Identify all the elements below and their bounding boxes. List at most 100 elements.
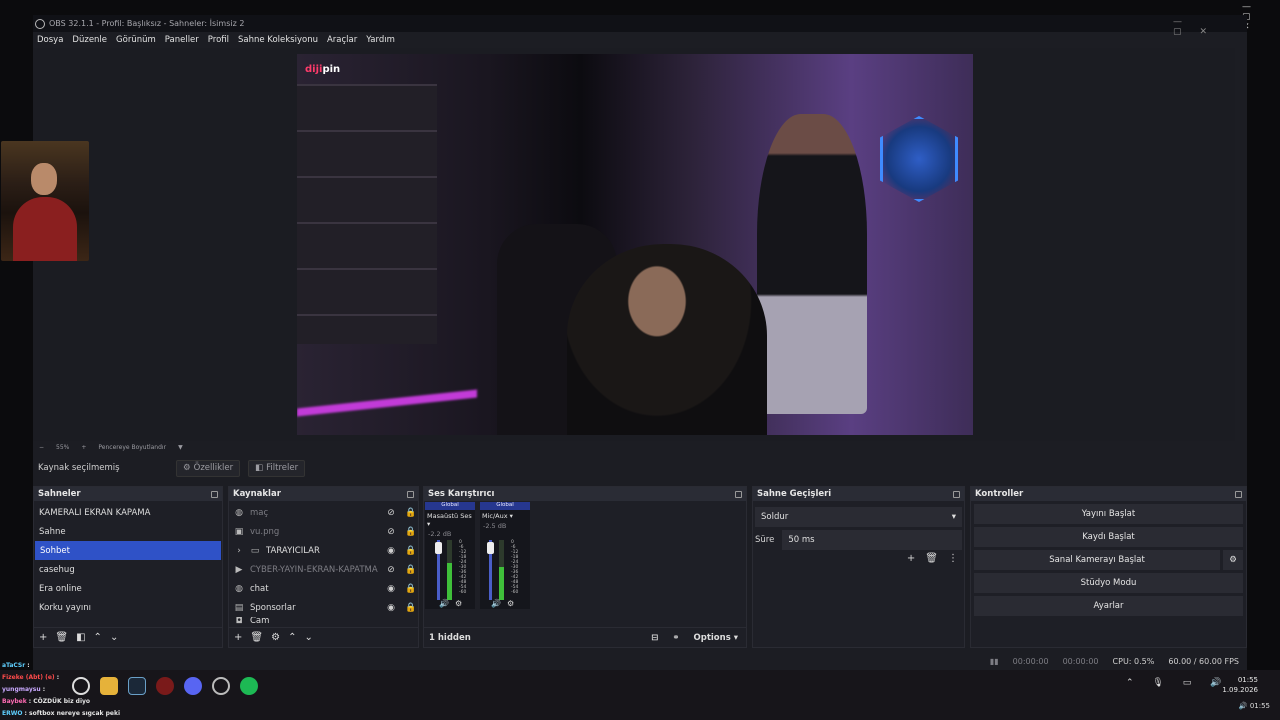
- taskbar-clock[interactable]: 01:55 1.09.2026: [1222, 675, 1258, 695]
- channel-settings-icon[interactable]: ⚙: [507, 599, 514, 608]
- fit-to-window-label[interactable]: Pencereye Boyutlandır: [98, 444, 166, 451]
- expand-chevron-icon[interactable]: ›: [234, 546, 244, 556]
- filters-button[interactable]: ◧ Filtreler: [248, 459, 306, 477]
- channel-name-dropdown[interactable]: Mic/Aux ▾: [480, 510, 530, 522]
- source-item[interactable]: ▤ Sponsorlar ◉ 🔒: [229, 598, 418, 617]
- move-up-button[interactable]: ⌃: [94, 632, 102, 643]
- eye-icon[interactable]: ◉: [384, 603, 398, 613]
- stream-preview-video: dijipin: [297, 54, 973, 435]
- undock-icon[interactable]: [1235, 490, 1242, 498]
- transition-menu-button[interactable]: ⋮: [948, 553, 958, 564]
- move-down-button[interactable]: ⌄: [304, 632, 312, 643]
- preview-area[interactable]: dijipin: [33, 48, 1235, 441]
- hidden-count[interactable]: 1 hidden: [429, 633, 471, 643]
- source-item[interactable]: ▶ CYBER-YAYIN-EKRAN-KAPATMA.m ⊘ 🔒: [229, 560, 418, 579]
- fit-dropdown-icon[interactable]: ▼: [178, 444, 183, 451]
- no-source-label: Kaynak seçilmemiş: [38, 463, 120, 473]
- mixer-link-icon[interactable]: ⚭: [672, 633, 679, 643]
- move-down-button[interactable]: ⌄: [110, 632, 118, 643]
- menu-yardim[interactable]: Yardım: [366, 35, 395, 45]
- lock-icon[interactable]: 🔒: [404, 565, 418, 575]
- spotify-icon[interactable]: [240, 677, 258, 695]
- scene-list: KAMERALI EKRAN KAPAMA Sahne Sohbet caseh…: [34, 501, 222, 617]
- scene-item[interactable]: Korku yayını: [34, 598, 222, 617]
- source-settings-button[interactable]: ⚙: [271, 632, 280, 643]
- remove-source-button[interactable]: 🗑: [250, 632, 263, 643]
- mixer-channel-desktop: Global Masaüstü Ses ▾ -2.2 dB 0 -6 -12 -18-…: [425, 502, 475, 609]
- add-transition-button[interactable]: +: [907, 553, 915, 564]
- scene-item[interactable]: casehug: [34, 560, 222, 579]
- volume-knob[interactable]: [487, 542, 494, 554]
- window-controls[interactable]: — ▢ ✕: [1242, 2, 1280, 32]
- source-item[interactable]: ◘ Cam: [229, 617, 418, 625]
- remove-transition-button[interactable]: 🗑: [925, 553, 938, 564]
- source-item[interactable]: › ▭ TARAYICILAR ◉ 🔒: [229, 541, 418, 560]
- undock-icon[interactable]: [211, 490, 218, 498]
- add-scene-button[interactable]: +: [39, 632, 47, 643]
- scene-item[interactable]: KAMERALI EKRAN KAPAMA: [34, 503, 222, 522]
- settings-button[interactable]: Ayarlar: [974, 596, 1243, 616]
- undock-icon[interactable]: [407, 490, 414, 498]
- scenes-header: Sahneler: [34, 487, 222, 501]
- volume-icon: 🔊: [1238, 702, 1250, 710]
- scene-filters-button[interactable]: ◧: [76, 632, 85, 643]
- system-tray-icons[interactable]: ⌃ 🎙 ▭ 🔊: [1126, 678, 1229, 688]
- chat-message: aTaCSr :: [2, 662, 30, 669]
- source-item[interactable]: ◍ maç ⊘ 🔒: [229, 503, 418, 522]
- zoom-out-button[interactable]: −: [39, 444, 44, 451]
- watermark-logo: dijipin: [305, 64, 341, 75]
- options-button[interactable]: Options ▾: [694, 633, 738, 643]
- menu-duzenle[interactable]: Düzenle: [72, 35, 107, 45]
- start-streaming-button[interactable]: Yayını Başlat: [974, 504, 1243, 524]
- hidden-eye-icon[interactable]: ⊘: [384, 508, 398, 518]
- mixer-layout-icon[interactable]: ⊟: [651, 633, 658, 643]
- lock-icon[interactable]: 🔒: [404, 584, 418, 594]
- volume-knob[interactable]: [435, 542, 442, 554]
- lock-icon[interactable]: 🔒: [404, 508, 418, 518]
- scene-item-selected[interactable]: Sohbet: [35, 541, 221, 560]
- move-up-button[interactable]: ⌃: [288, 632, 296, 643]
- start-virtual-camera-button[interactable]: Sanal Kamerayı Başlat: [974, 550, 1220, 570]
- lock-icon[interactable]: 🔒: [404, 603, 418, 613]
- level-fill: [499, 567, 504, 600]
- duration-spinbox[interactable]: 50 ms: [782, 530, 962, 550]
- zoom-in-button[interactable]: +: [81, 444, 86, 451]
- app-icon[interactable]: [212, 677, 230, 695]
- menu-profil[interactable]: Profil: [208, 35, 229, 45]
- hidden-eye-icon[interactable]: ⊘: [384, 527, 398, 537]
- scene-item[interactable]: Sahne: [34, 522, 222, 541]
- eye-icon[interactable]: ◉: [384, 584, 398, 594]
- source-item[interactable]: ◍ chat ◉ 🔒: [229, 579, 418, 598]
- channel-name-dropdown[interactable]: Masaüstü Ses ▾: [425, 510, 475, 530]
- mixer-header: Ses Karıştırıcı: [424, 487, 746, 501]
- lock-icon[interactable]: 🔒: [404, 546, 418, 556]
- source-item[interactable]: ▣ vu.png ⊘ 🔒: [229, 522, 418, 541]
- lock-icon[interactable]: 🔒: [404, 527, 418, 537]
- eye-icon[interactable]: ◉: [384, 546, 398, 556]
- virtual-camera-settings-button[interactable]: ⚙: [1223, 550, 1243, 570]
- controls-header: Kontroller: [971, 487, 1246, 501]
- undock-icon[interactable]: [735, 490, 742, 498]
- properties-button[interactable]: ⚙ Özellikler: [176, 459, 241, 477]
- menu-araclar[interactable]: Araçlar: [327, 35, 357, 45]
- channel-settings-icon[interactable]: ⚙: [455, 599, 462, 608]
- menu-dosya[interactable]: Dosya: [37, 35, 63, 45]
- menu-paneller[interactable]: Paneller: [165, 35, 199, 45]
- play-icon: ▶: [235, 564, 243, 575]
- speaker-icon[interactable]: 🔊: [439, 599, 449, 608]
- undock-icon[interactable]: [953, 490, 960, 498]
- level-fill: [447, 562, 452, 600]
- meter-scale: 0 -6 -12 -18 -24 -30 -36 -42 -48 -54 -60: [459, 540, 466, 595]
- start-recording-button[interactable]: Kaydı Başlat: [974, 527, 1243, 547]
- remove-scene-button[interactable]: 🗑: [55, 632, 68, 643]
- studio-mode-button[interactable]: Stüdyo Modu: [974, 573, 1243, 593]
- scenes-footer: + 🗑 ◧ ⌃ ⌄: [34, 627, 222, 647]
- filter-icon: ◧: [255, 463, 264, 473]
- add-source-button[interactable]: +: [234, 632, 242, 643]
- hidden-eye-icon[interactable]: ⊘: [384, 565, 398, 575]
- menu-sahne-koleksiyonu[interactable]: Sahne Koleksiyonu: [238, 35, 318, 45]
- transition-type-select[interactable]: Soldur ▾: [755, 507, 962, 527]
- speaker-icon[interactable]: 🔊: [491, 599, 501, 608]
- scene-item[interactable]: Era online: [34, 579, 222, 598]
- menu-gorunum[interactable]: Görünüm: [116, 35, 156, 45]
